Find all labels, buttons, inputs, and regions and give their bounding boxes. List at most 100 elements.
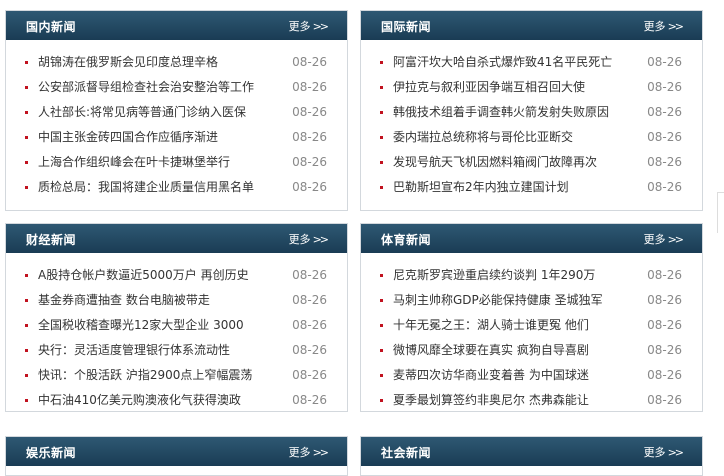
bullet-icon: [380, 111, 383, 114]
news-title-link[interactable]: 微博风靡全球要在真实 疯狗自导喜剧: [393, 338, 589, 363]
news-title-link[interactable]: 伊拉克与叙利亚因争端互相召回大使: [393, 75, 585, 100]
bullet-icon: [380, 374, 383, 377]
more-link[interactable]: 更多 >>: [288, 444, 330, 460]
news-date: 08-26: [647, 318, 682, 332]
bullet-icon: [25, 399, 28, 402]
news-title-link[interactable]: 中国主张金砖四国合作应循序渐进: [38, 125, 218, 150]
double-chevron-right-icon: >>: [667, 20, 685, 33]
news-date: 08-26: [292, 268, 327, 282]
news-item: 快讯：个股活跃 沪指2900点上窄幅震荡 08-26: [6, 363, 347, 388]
panel-title: 国际新闻: [381, 20, 432, 34]
bullet-icon: [380, 299, 383, 302]
bullet-icon: [25, 111, 28, 114]
panel-header: 国际新闻 更多 >>: [361, 11, 702, 40]
news-date: 08-26: [647, 368, 682, 382]
news-item: 韩俄技术组着手调查韩火箭发射失败原因 08-26: [361, 100, 702, 125]
news-title-link[interactable]: 夏季最划算签约非奥尼尔 杰弗森能让: [393, 388, 589, 413]
panel-header: 体育新闻 更多 >>: [361, 224, 702, 253]
bullet-icon: [380, 324, 383, 327]
news-item: 阿富汗坎大哈自杀式爆炸致41名平民死亡 08-26: [361, 50, 702, 75]
news-list: [361, 466, 702, 476]
news-title-link[interactable]: 胡锦涛在俄罗斯会见印度总理辛格: [38, 50, 218, 75]
news-title-link[interactable]: 麦蒂四次访华商业变着善 为中国球迷: [393, 363, 589, 388]
news-title-link[interactable]: 十年无冕之王：湖人骑士谁更冤 他们: [393, 313, 589, 338]
more-label: 更多: [288, 20, 311, 33]
news-title-link[interactable]: 马刺主帅称GDP必能保持健康 圣城独军: [393, 288, 603, 313]
news-date: 08-26: [292, 368, 327, 382]
panel-title: 体育新闻: [381, 233, 432, 247]
news-date: 08-26: [292, 130, 327, 144]
bullet-icon: [25, 349, 28, 352]
panel-header: 国内新闻 更多 >>: [6, 11, 347, 40]
bullet-icon: [380, 349, 383, 352]
news-item: 上海合作组织峰会在叶卡捷琳堡举行 08-26: [6, 150, 347, 175]
news-title-link[interactable]: A股持仓帐户数逼近5000万户 再创历史: [38, 263, 249, 288]
panel-domestic: 国内新闻 更多 >> 胡锦涛在俄罗斯会见印度总理辛格 08-26 公安部派督导组检查社会治…: [5, 10, 348, 211]
double-chevron-right-icon: >>: [312, 233, 330, 246]
bullet-icon: [25, 299, 28, 302]
panel-title: 社会新闻: [381, 446, 432, 460]
news-title-link[interactable]: 巴勒斯坦宣布2年内独立建国计划: [393, 175, 569, 200]
news-date: 08-26: [647, 343, 682, 357]
bullet-icon: [25, 61, 28, 64]
news-date: 08-26: [647, 55, 682, 69]
more-label: 更多: [643, 233, 666, 246]
news-item: 公安部派督导组检查社会治安整治等工作 08-26: [6, 75, 347, 100]
right-edge-frame: [717, 192, 724, 233]
more-label: 更多: [643, 446, 666, 459]
news-title-link[interactable]: 阿富汗坎大哈自杀式爆炸致41名平民死亡: [393, 50, 612, 75]
double-chevron-right-icon: >>: [667, 446, 685, 459]
news-item: 胡锦涛在俄罗斯会见印度总理辛格 08-26: [6, 50, 347, 75]
more-link[interactable]: 更多 >>: [643, 231, 685, 247]
double-chevron-right-icon: >>: [667, 233, 685, 246]
more-link[interactable]: 更多 >>: [288, 18, 330, 34]
news-item: 人社部长:将常见病等普通门诊纳入医保 08-26: [6, 100, 347, 125]
more-link[interactable]: 更多 >>: [643, 444, 685, 460]
panel-header: 财经新闻 更多 >>: [6, 224, 347, 253]
double-chevron-right-icon: >>: [312, 20, 330, 33]
bullet-icon: [25, 186, 28, 189]
panel-international: 国际新闻 更多 >> 阿富汗坎大哈自杀式爆炸致41名平民死亡 08-26 伊拉克与叙利亚因…: [360, 10, 703, 211]
news-title-link[interactable]: 尼克斯罗宾逊重启续约谈判 1年290万: [393, 263, 595, 288]
news-title-link[interactable]: 上海合作组织峰会在叶卡捷琳堡举行: [38, 150, 230, 175]
news-date: 08-26: [292, 180, 327, 194]
news-title-link[interactable]: 全国税收稽查曝光12家大型企业 3000: [38, 313, 244, 338]
news-title-link[interactable]: 发现号航天飞机因燃料箱阀门故障再次: [393, 150, 597, 175]
news-date: 08-26: [292, 393, 327, 407]
more-link[interactable]: 更多 >>: [644, 18, 685, 34]
news-title-link[interactable]: 基金券商遭抽查 数台电脑被带走: [38, 288, 210, 313]
bullet-icon: [380, 274, 383, 277]
news-date: 08-26: [647, 293, 682, 307]
more-link[interactable]: 更多 >>: [289, 231, 330, 247]
bullet-icon: [25, 324, 28, 327]
double-chevron-right-icon: >>: [312, 446, 330, 459]
news-item: 中石油410亿美元购澳液化气获得澳政 08-26: [6, 388, 347, 413]
news-item: 尼克斯罗宾逊重启续约谈判 1年290万 08-26: [361, 263, 702, 288]
news-title-link[interactable]: 委内瑞拉总统称将与哥伦比亚断交: [393, 125, 573, 150]
news-date: 08-26: [647, 155, 682, 169]
news-item: 质检总局：我国将建企业质量信用黑名单 08-26: [6, 175, 347, 200]
bullet-icon: [25, 136, 28, 139]
news-title-link[interactable]: 快讯：个股活跃 沪指2900点上窄幅震荡: [38, 363, 252, 388]
more-label: 更多: [288, 446, 311, 459]
news-item: 委内瑞拉总统称将与哥伦比亚断交 08-26: [361, 125, 702, 150]
news-item: 伊拉克与叙利亚因争端互相召回大使 08-26: [361, 75, 702, 100]
panel-sports: 体育新闻 更多 >> 尼克斯罗宾逊重启续约谈判 1年290万 08-26 马刺主帅称GDP…: [360, 223, 703, 412]
news-date: 08-26: [647, 105, 682, 119]
news-list: A股持仓帐户数逼近5000万户 再创历史 08-26 基金券商遭抽查 数台电脑被带走…: [6, 253, 347, 413]
news-date: 08-26: [292, 55, 327, 69]
news-title-link[interactable]: 公安部派督导组检查社会治安整治等工作: [38, 75, 254, 100]
news-date: 08-26: [647, 268, 682, 282]
news-list: 尼克斯罗宾逊重启续约谈判 1年290万 08-26 马刺主帅称GDP必能保持健康 圣…: [361, 253, 702, 413]
bullet-icon: [380, 136, 383, 139]
news-item: 中国主张金砖四国合作应循序渐进 08-26: [6, 125, 347, 150]
news-title-link[interactable]: 韩俄技术组着手调查韩火箭发射失败原因: [393, 100, 609, 125]
bullet-icon: [380, 161, 383, 164]
news-title-link[interactable]: 质检总局：我国将建企业质量信用黑名单: [38, 175, 254, 200]
bullet-icon: [380, 86, 383, 89]
bullet-icon: [25, 374, 28, 377]
news-title-link[interactable]: 中石油410亿美元购澳液化气获得澳政: [38, 388, 241, 413]
news-title-link[interactable]: 人社部长:将常见病等普通门诊纳入医保: [38, 100, 246, 125]
news-item: 基金券商遭抽查 数台电脑被带走 08-26: [6, 288, 347, 313]
news-title-link[interactable]: 央行：灵活适度管理银行体系流动性: [38, 338, 230, 363]
